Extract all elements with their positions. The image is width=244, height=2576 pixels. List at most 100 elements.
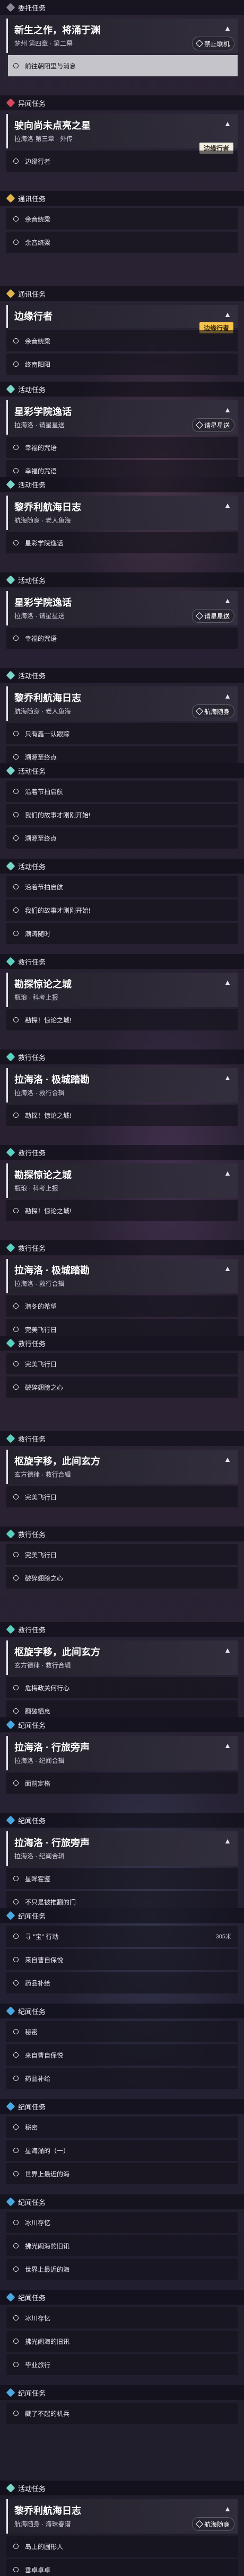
- quest-category-header[interactable]: 活动任务: [0, 2481, 244, 2496]
- quest-category-header[interactable]: 通讯任务: [0, 191, 244, 206]
- quest-category-header[interactable]: 救行任务: [0, 1431, 244, 1446]
- quest-card[interactable]: 新生之作，将涌于渊 梦州 第四章 · 第二幕 ▲ 禁止联机: [6, 19, 238, 53]
- quest-category-header[interactable]: 通讯任务: [0, 286, 244, 302]
- quest-step-row[interactable]: 完美飞行日: [6, 1319, 238, 1336]
- quest-step-row[interactable]: 幸福的咒语: [6, 628, 238, 649]
- quest-category-header[interactable]: 活动任务: [0, 763, 244, 779]
- quest-category-header[interactable]: 异闻任务: [0, 95, 244, 111]
- quest-step-row[interactable]: 药品补给: [6, 1972, 238, 1993]
- quest-step-row[interactable]: 毕业旅行: [6, 2354, 238, 2375]
- quest-step-row[interactable]: 破碎翅膀之心: [6, 1377, 238, 1398]
- quest-card[interactable]: 拉海洛 · 行旅旁声 拉海洛 · 纪闻合辑 ▲: [6, 1736, 238, 1770]
- quest-category-header[interactable]: 救行任务: [0, 1622, 244, 1637]
- quest-step-row[interactable]: 秘密: [6, 2021, 238, 2042]
- collapse-chevron-icon[interactable]: ▲: [224, 1741, 231, 1750]
- quest-category-header[interactable]: 纪闻任务: [0, 1908, 244, 1924]
- quest-card[interactable]: 星彩学院逸话 拉海洛 · 请星星送 ▲ 请星星送: [6, 400, 238, 435]
- quest-category-header[interactable]: 纪闻任务: [0, 2290, 244, 2305]
- quest-category-header[interactable]: 活动任务: [0, 477, 244, 492]
- quest-category-header[interactable]: 纪闻任务: [0, 2099, 244, 2114]
- quest-step-row[interactable]: 潜冬的希望: [6, 1295, 238, 1317]
- quest-card[interactable]: 拉海洛 · 极城踏勘 拉海洛 · 救行合辑 ▲: [6, 1068, 238, 1102]
- quest-step-row[interactable]: 破碎翅膀之心: [6, 1567, 238, 1589]
- quest-card[interactable]: 拉海洛 · 极城踏勘 拉海洛 · 救行合辑 ▲: [6, 1259, 238, 1293]
- quest-step-row[interactable]: 世界上最近的海: [6, 2163, 238, 2184]
- quest-category-header[interactable]: 救行任务: [0, 1145, 244, 1160]
- quest-step-row[interactable]: 岛上的圆形人: [6, 2536, 238, 2557]
- quest-category-header[interactable]: 活动任务: [0, 668, 244, 683]
- quest-category-header[interactable]: 纪闻任务: [0, 2385, 244, 2401]
- quest-step-row[interactable]: 世界上最近的海: [6, 2259, 238, 2280]
- quest-step-row[interactable]: 完美飞行日: [6, 1353, 238, 1374]
- quest-step-row[interactable]: 溯源至终点: [6, 827, 238, 849]
- collapse-chevron-icon[interactable]: ▲: [224, 501, 231, 509]
- quest-step-row[interactable]: 我们的故事才刚刚开始!: [6, 804, 238, 825]
- quest-step-row[interactable]: 拂光闹海的旧讯: [6, 2331, 238, 2352]
- quest-card[interactable]: 黎乔利航海日志 航海随身 · 老人鱼海 ▲: [6, 496, 238, 530]
- quest-step-row[interactable]: 垂卓卓卓: [6, 2559, 238, 2576]
- collapse-chevron-icon[interactable]: ▲: [224, 978, 231, 986]
- quest-category-header[interactable]: 委托任务: [0, 0, 244, 15]
- quest-card[interactable]: 边缘行者 ▲ 边缘行者: [6, 305, 238, 333]
- quest-step-row[interactable]: 藏了不起的机兵: [6, 2403, 238, 2424]
- quest-step-row[interactable]: 幸福的咒语: [6, 460, 238, 477]
- quest-step-row[interactable]: 勘探！惊论之城!: [6, 1200, 238, 1221]
- quest-card[interactable]: 枢旋字移，此间玄方 玄方德律 · 救行合辑 ▲: [6, 1450, 238, 1484]
- quest-category-header[interactable]: 活动任务: [0, 572, 244, 588]
- quest-step-row[interactable]: 沿着节拍启航: [6, 781, 238, 802]
- quest-card[interactable]: 枢旋字移，此间玄方 玄方德律 · 救行合辑 ▲: [6, 1640, 238, 1675]
- quest-step-row[interactable]: 溯源至终点: [6, 746, 238, 763]
- collapse-chevron-icon[interactable]: ▲: [224, 405, 231, 414]
- quest-step-row[interactable]: 面前定格: [6, 1772, 238, 1794]
- quest-category-header[interactable]: 救行任务: [0, 954, 244, 969]
- collapse-chevron-icon[interactable]: ▲: [224, 1837, 231, 1845]
- quest-card[interactable]: 拉海洛 · 行旅旁声 拉海洛 · 纪闻合辑 ▲: [6, 1831, 238, 1866]
- quest-step-row[interactable]: 我们的故事才刚刚开始!: [6, 899, 238, 921]
- quest-card[interactable]: 黎乔利航海日志 航海随身 · 老人鱼海 ▲ 航海随身: [6, 686, 238, 721]
- collapse-chevron-icon[interactable]: ▲: [224, 24, 231, 32]
- quest-step-row[interactable]: 秘密: [6, 2116, 238, 2138]
- quest-step-row[interactable]: 拂光闹海的旧讯: [6, 2235, 238, 2256]
- collapse-chevron-icon[interactable]: ▲: [224, 1264, 231, 1273]
- collapse-chevron-icon[interactable]: ▲: [224, 596, 231, 605]
- quest-step-row[interactable]: 寻 "宝" 行动 305米: [6, 1926, 238, 1947]
- collapse-chevron-icon[interactable]: ▲: [224, 1455, 231, 1463]
- quest-step-row[interactable]: 不只是被推翻的门: [6, 1891, 238, 1908]
- quest-step-row[interactable]: 完美飞行日: [6, 1486, 238, 1507]
- quest-category-header[interactable]: 救行任务: [0, 1527, 244, 1542]
- quest-step-row[interactable]: 潮涛随时: [6, 923, 238, 944]
- quest-card[interactable]: 星彩学院逸话 拉海洛 · 请星星送 ▲ 请星星送: [6, 591, 238, 625]
- quest-category-header[interactable]: 纪闻任务: [0, 1813, 244, 1828]
- quest-step-row[interactable]: 边缘行者: [6, 151, 238, 172]
- quest-step-row[interactable]: 星海涌的（一）: [6, 2140, 238, 2161]
- collapse-chevron-icon[interactable]: ▲: [224, 2504, 231, 2513]
- quest-card[interactable]: 驶向尚未点亮之星 拉海洛 第三章 · 外传 ▲ 边缘行者: [6, 114, 238, 154]
- quest-step-row[interactable]: 勘探！惊论之城!: [6, 1105, 238, 1126]
- quest-step-row[interactable]: 星彩学院逸话: [6, 532, 238, 553]
- quest-step-row[interactable]: 勘探！惊论之城!: [6, 1009, 238, 1030]
- quest-card[interactable]: 黎乔利航海日志 航海随身 · 海珠春谱 ▲ 航海随身: [6, 2499, 238, 2534]
- quest-step-row[interactable]: 危梅政关何行心: [6, 1677, 238, 1698]
- quest-step-row[interactable]: 完美飞行日: [6, 1544, 238, 1565]
- quest-step-row[interactable]: 星眸霍鉴: [6, 1868, 238, 1889]
- quest-step-row[interactable]: 余音绕梁: [6, 232, 238, 253]
- quest-step-row[interactable]: 翻破牺息: [6, 1700, 238, 1717]
- quest-step-row[interactable]: 冰川存忆: [6, 2212, 238, 2233]
- quest-step-row[interactable]: 冰川存忆: [6, 2307, 238, 2328]
- quest-category-header[interactable]: 纪闻任务: [0, 2194, 244, 2210]
- quest-category-header[interactable]: 活动任务: [0, 859, 244, 874]
- quest-step-row[interactable]: 余音绕梁: [6, 208, 238, 230]
- quest-step-row[interactable]: 终南阳阳: [6, 354, 238, 375]
- quest-step-row[interactable]: 来自曹自保悦: [6, 1949, 238, 1970]
- quest-step-row[interactable]: 只有鑫一认跟踪: [6, 723, 238, 744]
- quest-step-row[interactable]: 幸福的咒语: [6, 437, 238, 458]
- collapse-chevron-icon[interactable]: ▲: [224, 119, 231, 128]
- collapse-chevron-icon[interactable]: ▲: [224, 310, 231, 319]
- collapse-chevron-icon[interactable]: ▲: [224, 1169, 231, 1177]
- quest-category-header[interactable]: 纪闻任务: [0, 1717, 244, 1733]
- quest-step-row[interactable]: 余音绕梁: [6, 330, 238, 351]
- collapse-chevron-icon[interactable]: ▲: [224, 1646, 231, 1654]
- collapse-chevron-icon[interactable]: ▲: [224, 692, 231, 700]
- quest-card[interactable]: 勘探惊论之城 瓶琅 · 科考上报 ▲: [6, 973, 238, 1007]
- quest-category-header[interactable]: 纪闻任务: [0, 2004, 244, 2019]
